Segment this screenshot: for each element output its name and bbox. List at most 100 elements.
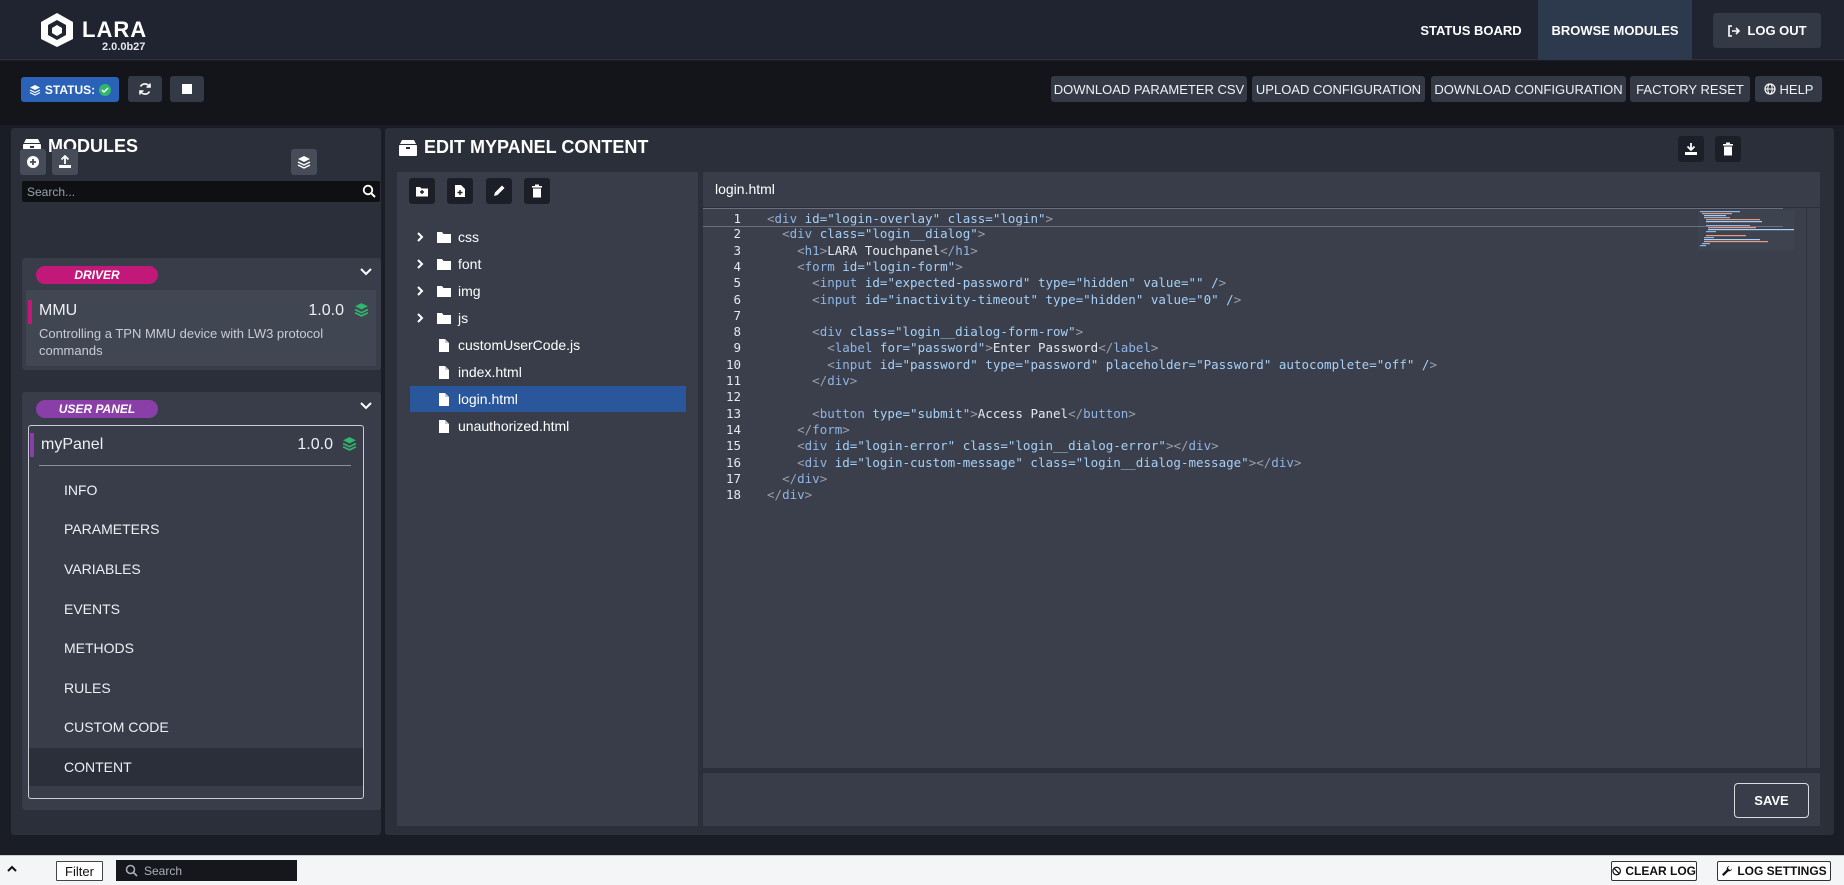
open-file-name: login.html: [715, 181, 775, 197]
edit-content-title: EDIT MYPANEL CONTENT: [398, 137, 648, 158]
module-name: myPanel: [41, 436, 104, 453]
editor-scrollbar[interactable]: [1806, 208, 1820, 768]
add-module-button[interactable]: [20, 149, 46, 175]
module-store-button[interactable]: [291, 149, 317, 175]
rename-button[interactable]: [486, 178, 512, 204]
status-button[interactable]: STATUS:: [21, 77, 119, 102]
submenu-rules[interactable]: RULES: [29, 669, 363, 707]
top-navbar: LARA 2.0.0b27 STATUS BOARD BROWSE MODULE…: [0, 0, 1844, 60]
module-version: 1.0.0: [297, 436, 333, 453]
help-button[interactable]: HELP: [1755, 76, 1822, 102]
chevron-up-icon[interactable]: [6, 864, 18, 874]
tree-label: css: [458, 229, 479, 245]
line-number: 8: [733, 324, 741, 340]
folder-icon: [437, 258, 451, 270]
code-editor[interactable]: 1 <div id="login-overlay" class="login"> 2…: [703, 208, 1820, 768]
tree-label: login.html: [458, 391, 518, 407]
box-icon: [399, 139, 417, 156]
line-number: 7: [733, 307, 741, 323]
new-file-button[interactable]: [447, 178, 473, 204]
module-search-input[interactable]: [22, 181, 352, 202]
delete-content-button[interactable]: [1715, 136, 1741, 162]
code-text: </form>: [797, 421, 850, 437]
chevron-right-icon: [417, 286, 424, 296]
code-text: <button type="submit">Access Panel</butt…: [812, 405, 1136, 421]
submenu-custom-code[interactable]: CUSTOM CODE: [29, 708, 363, 746]
stop-button[interactable]: [170, 76, 204, 102]
status-ok-icon: [99, 83, 112, 96]
tree-folder-js[interactable]: js: [410, 305, 686, 331]
folder-icon: [437, 231, 451, 243]
download-content-button[interactable]: [1678, 136, 1704, 162]
user-panel-badge: USER PANEL: [36, 400, 158, 418]
submenu-content[interactable]: CONTENT: [29, 748, 363, 786]
code-text: </div>: [782, 470, 828, 486]
tree-folder-img[interactable]: img: [410, 278, 686, 304]
tree-file-index[interactable]: index.html: [410, 359, 686, 385]
code-line[interactable]: 18 </div>: [703, 485, 1783, 504]
clear-log-button[interactable]: CLEAR LOG: [1611, 861, 1697, 881]
line-number: 12: [725, 389, 741, 405]
folder-icon: [437, 285, 451, 297]
tree-folder-font[interactable]: font: [410, 251, 686, 277]
refresh-button[interactable]: [128, 76, 162, 102]
line-number: 9: [733, 340, 741, 356]
module-accent-bar: [28, 300, 32, 324]
code-text: <div class="login__dialog">: [782, 226, 986, 242]
save-button[interactable]: SAVE: [1734, 783, 1809, 818]
download-configuration-button[interactable]: DOWNLOAD CONFIGURATION: [1431, 76, 1626, 102]
log-search-input[interactable]: [144, 860, 294, 881]
tree-file-customusercode[interactable]: customUserCode.js: [410, 332, 686, 358]
upload-module-button[interactable]: [52, 149, 78, 175]
chevron-down-icon[interactable]: [359, 401, 373, 411]
nav-browse-modules[interactable]: BROWSE MODULES: [1538, 0, 1692, 60]
stop-icon: [182, 84, 192, 94]
driver-group: DRIVER MMU 1.0.0 Controlling a TPN MMU d…: [22, 258, 381, 370]
chevron-down-icon[interactable]: [359, 267, 373, 277]
module-card-mmu[interactable]: MMU 1.0.0 Controlling a TPN MMU device w…: [26, 290, 376, 366]
search-icon[interactable]: [362, 184, 376, 198]
line-number: 3: [733, 242, 741, 258]
module-card-mypanel: myPanel 1.0.0 INFO PARAMETERS VARIABLES …: [28, 425, 364, 799]
file-icon: [439, 338, 449, 352]
upload-configuration-button[interactable]: UPLOAD CONFIGURATION: [1252, 76, 1425, 102]
tree-folder-css[interactable]: css: [410, 224, 686, 250]
tree-label: unauthorized.html: [458, 418, 570, 434]
code-text: <div id="login-error" class="login__dial…: [797, 438, 1219, 454]
submenu-info[interactable]: INFO: [29, 471, 363, 509]
line-number: 11: [725, 373, 741, 388]
tree-file-login[interactable]: login.html: [410, 386, 686, 412]
app-logo: LARA 2.0.0b27: [40, 12, 146, 53]
submenu-parameters[interactable]: PARAMETERS: [29, 510, 363, 548]
app-version: 2.0.0b27: [102, 41, 146, 53]
edit-content-title-text: EDIT MYPANEL CONTENT: [424, 137, 649, 157]
module-header-mypanel[interactable]: myPanel 1.0.0: [29, 426, 363, 466]
logout-button[interactable]: LOG OUT: [1713, 13, 1821, 48]
tree-file-unauthorized[interactable]: unauthorized.html: [410, 413, 686, 439]
line-number: 4: [733, 258, 741, 274]
submenu-variables[interactable]: VARIABLES: [29, 550, 363, 588]
module-description: Controlling a TPN MMU device with LW3 pr…: [39, 326, 324, 358]
download-icon: [1685, 143, 1697, 155]
download-parameter-csv-button[interactable]: DOWNLOAD PARAMETER CSV: [1051, 76, 1247, 102]
status-label: STATUS:: [44, 82, 96, 97]
tree-label: index.html: [458, 364, 522, 380]
layers-green-icon: [354, 303, 369, 317]
filter-button[interactable]: Filter: [56, 861, 103, 881]
submenu-events[interactable]: EVENTS: [29, 590, 363, 628]
chevron-right-icon: [417, 232, 424, 242]
factory-reset-button[interactable]: FACTORY RESET: [1630, 76, 1750, 102]
delete-file-button[interactable]: [524, 178, 550, 204]
refresh-icon: [139, 83, 151, 95]
new-folder-button[interactable]: [409, 178, 435, 204]
module-search: [22, 181, 380, 202]
globe-icon: [1763, 83, 1776, 95]
log-settings-button[interactable]: LOG SETTINGS: [1717, 861, 1831, 881]
clear-log-label: CLEAR LOG: [1625, 864, 1696, 878]
nav-status-board[interactable]: STATUS BOARD: [1407, 0, 1535, 60]
submenu-methods[interactable]: METHODS: [29, 629, 363, 667]
file-plus-icon: [455, 185, 465, 197]
logout-label: LOG OUT: [1747, 23, 1807, 38]
app-name: LARA: [82, 17, 148, 42]
line-number: 13: [725, 405, 741, 421]
